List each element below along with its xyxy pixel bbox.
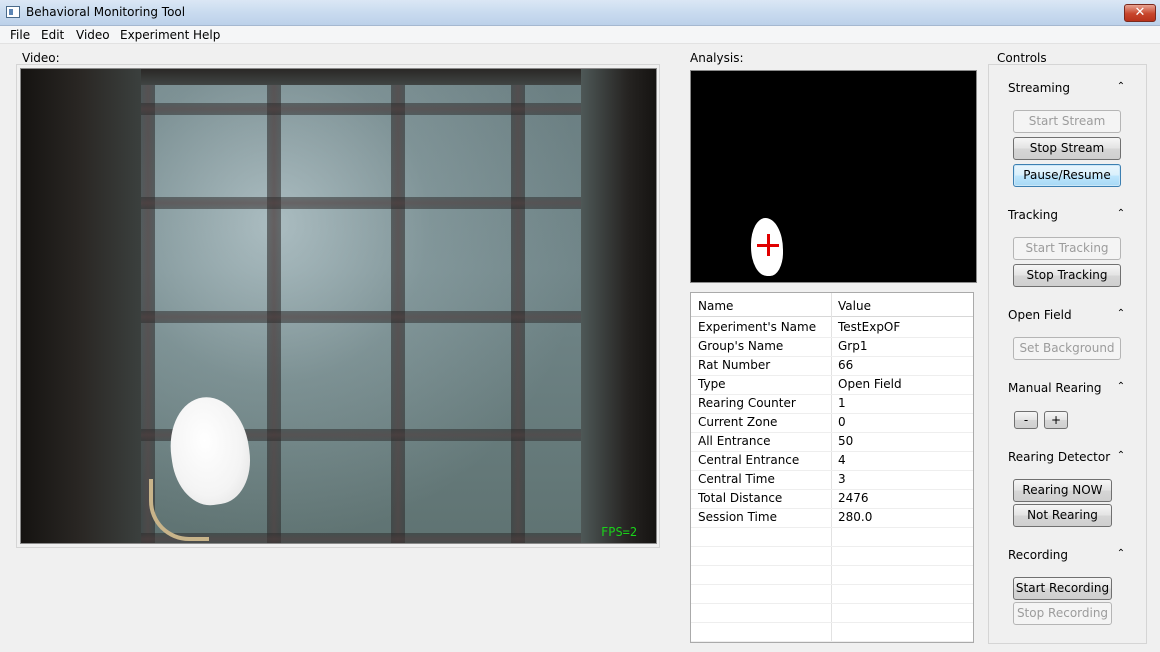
table-row[interactable]: Session Time 280.0 [691, 508, 973, 528]
tracking-title: Tracking [1008, 208, 1058, 222]
collapse-tracking-icon[interactable]: ⌃ [1115, 208, 1127, 219]
cell-name: Group's Name [698, 339, 784, 353]
collapse-recording-icon[interactable]: ⌃ [1115, 548, 1127, 559]
cell-value: 4 [838, 453, 846, 467]
table-row[interactable]: Rearing Counter 1 [691, 394, 973, 414]
open-field-title: Open Field [1008, 308, 1072, 322]
recording-title: Recording [1008, 548, 1069, 562]
table-row[interactable]: Type Open Field [691, 375, 973, 395]
cell-name: Central Entrance [698, 453, 800, 467]
cell-name: All Entrance [698, 434, 771, 448]
cell-value: 3 [838, 472, 846, 486]
cell-value: Grp1 [838, 339, 868, 353]
tracking-cross-icon-vertical [767, 234, 770, 256]
collapse-manual-rearing-icon[interactable]: ⌃ [1115, 381, 1127, 392]
table-row[interactable]: Rat Number 66 [691, 356, 973, 376]
table-row[interactable]: All Entrance 50 [691, 432, 973, 452]
controls-label: Controls [997, 51, 1047, 65]
cell-value: 2476 [838, 491, 869, 505]
cell-name: Total Distance [698, 491, 783, 505]
table-row[interactable] [691, 546, 973, 566]
collapse-streaming-icon[interactable]: ⌃ [1115, 81, 1127, 92]
cell-name: Type [698, 377, 726, 391]
arena-wall-right [581, 69, 656, 543]
analysis-table[interactable]: Name Value Experiment's Name TestExpOF Gro… [690, 292, 974, 643]
rearing-now-button[interactable]: Rearing NOW [1013, 479, 1112, 502]
stop-tracking-button[interactable]: Stop Tracking [1013, 264, 1121, 287]
table-row[interactable] [691, 603, 973, 623]
cell-value: 50 [838, 434, 854, 448]
start-recording-button[interactable]: Start Recording [1013, 577, 1112, 600]
table-row[interactable]: Central Entrance 4 [691, 451, 973, 471]
analysis-view [690, 70, 977, 283]
fps-readout: FPS=2 [601, 525, 638, 539]
cell-value: 1 [838, 396, 846, 410]
collapse-rearing-detector-icon[interactable]: ⌃ [1115, 450, 1127, 461]
app-icon [6, 6, 20, 18]
table-row[interactable] [691, 622, 973, 642]
stop-stream-button[interactable]: Stop Stream [1013, 137, 1121, 160]
menu-file[interactable]: File [10, 28, 30, 42]
start-stream-button[interactable]: Start Stream [1013, 110, 1121, 133]
column-header-value[interactable]: Value [838, 299, 871, 313]
stop-recording-button[interactable]: Stop Recording [1013, 602, 1112, 625]
arena-wall-left [21, 69, 141, 543]
rearing-decrement-button[interactable]: - [1014, 411, 1038, 429]
table-row[interactable]: Central Time 3 [691, 470, 973, 490]
set-background-button[interactable]: Set Background [1013, 337, 1121, 360]
menu-edit[interactable]: Edit [41, 28, 64, 42]
cell-name: Experiment's Name [698, 320, 817, 334]
cell-name: Rearing Counter [698, 396, 796, 410]
manual-rearing-title: Manual Rearing [1008, 381, 1102, 395]
cell-name: Rat Number [698, 358, 771, 372]
streaming-title: Streaming [1008, 81, 1070, 95]
cell-value: 66 [838, 358, 854, 372]
rearing-detector-title: Rearing Detector [1008, 450, 1111, 464]
cell-value: 280.0 [838, 510, 873, 524]
cell-value: 0 [838, 415, 846, 429]
not-rearing-button[interactable]: Not Rearing [1013, 504, 1112, 527]
table-row[interactable] [691, 584, 973, 604]
table-row[interactable]: Total Distance 2476 [691, 489, 973, 509]
table-row[interactable]: Group's Name Grp1 [691, 337, 973, 357]
cell-value: TestExpOF [838, 320, 901, 334]
table-row[interactable]: Current Zone 0 [691, 413, 973, 433]
start-tracking-button[interactable]: Start Tracking [1013, 237, 1121, 260]
window-title: Behavioral Monitoring Tool [26, 5, 186, 19]
menu-video[interactable]: Video [76, 28, 110, 42]
cell-name: Session Time [698, 510, 777, 524]
column-header-name[interactable]: Name [698, 299, 733, 313]
table-row[interactable] [691, 527, 973, 547]
video-feed: FPS=2 [20, 68, 657, 544]
menu-experiment[interactable]: Experiment [120, 28, 189, 42]
video-label: Video: [22, 51, 60, 65]
close-button[interactable]: ✕ [1124, 4, 1156, 22]
rearing-increment-button[interactable]: + [1044, 411, 1068, 429]
table-row[interactable] [691, 565, 973, 585]
table-row[interactable]: Experiment's Name TestExpOF [691, 318, 973, 338]
cell-name: Central Time [698, 472, 775, 486]
menu-help[interactable]: Help [193, 28, 220, 42]
cell-name: Current Zone [698, 415, 778, 429]
table-header: Name Value [691, 293, 973, 317]
collapse-open-field-icon[interactable]: ⌃ [1115, 308, 1127, 319]
pause-resume-button[interactable]: Pause/Resume [1013, 164, 1121, 187]
cell-value: Open Field [838, 377, 902, 391]
analysis-label: Analysis: [690, 51, 744, 65]
